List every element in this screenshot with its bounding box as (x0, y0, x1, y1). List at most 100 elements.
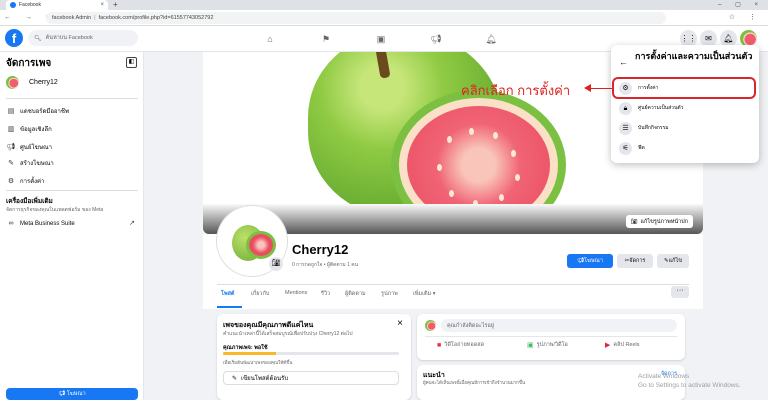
close-icon[interactable]: × (397, 318, 403, 329)
browser-toolbar-icons[interactable]: ☆ ⋮ (729, 13, 762, 21)
page-health-card: เพจของคุณมีคุณภาพดีแค่ไหน × คำแนะนำเหล่า… (217, 314, 411, 400)
url-separator: | (94, 15, 96, 21)
tab-photos[interactable]: รูปภาพ (381, 290, 398, 298)
new-tab-button[interactable]: + (113, 0, 118, 10)
megaphone-icon[interactable]: 📢︎ (429, 32, 443, 46)
dropdown-item-feed[interactable]: ⚟ ฟีด (615, 139, 755, 157)
back-arrow-icon[interactable]: ← (619, 57, 628, 67)
page-health-desc: เพื่อเริ่มต้นพัฒนาเพจของคุณให้ดีขึ้น (223, 360, 293, 365)
camera-icon: 📷︎ (630, 218, 638, 225)
recommend-subtitle: ผู้คนจะได้เห็นเพจนี้เมื่อคุณมีการเข้าถึง… (423, 380, 526, 385)
composer-placeholder: คุณกำลังคิดอะไรอยู่ (447, 322, 495, 329)
photo-video-button[interactable]: ▣ รูปภาพ/วิดีโอ (527, 341, 568, 349)
tab-posts[interactable]: โพสต์ (221, 290, 235, 298)
dropdown-item-privacy-center[interactable]: 🔒︎ ศูนย์ความเป็นส่วนตัว (615, 99, 755, 117)
address-bar-row: ← → ⟳ facebook Admin | facebook.com/prof… (0, 10, 768, 26)
dropdown-item-label: บันทึกกิจกรรม (638, 125, 669, 131)
sidebar-page-item[interactable]: Cherry12 (6, 76, 58, 89)
composer-card: คุณกำลังคิดอะไรอยู่ ■ วิดีโอถ่ายทอดสด ▣ รู… (417, 314, 685, 360)
activate-windows-watermark: Activate Windows Go to Settings to activ… (638, 372, 741, 390)
dashboard-icon: ▤ (7, 108, 15, 115)
megaphone-icon: 📢︎ (577, 258, 585, 264)
facebook-favicon-icon (10, 2, 16, 8)
promote-label: โฆษณา (66, 391, 86, 397)
dropdown-item-label: ฟีด (638, 145, 645, 151)
tabs-divider (217, 284, 689, 285)
edit-cover-button[interactable]: 📷︎ แก้ไขรูปภาพหน้าปก (625, 215, 693, 228)
write-welcome-post-button[interactable]: ✎ เขียนโพสต์ต้อนรับ (223, 371, 399, 385)
sidebar-item-create-ad[interactable]: ✎ สร้างโฆษณา (6, 158, 54, 168)
sidebar-title: จัดการเพจ (6, 58, 52, 69)
tab-about[interactable]: เกี่ยวกับ (251, 290, 269, 298)
edit-icon: ✎ (232, 375, 238, 382)
watermark-line-1: Activate Windows (638, 373, 690, 380)
watermark-line-2: Go to Settings to activate Windows. (638, 382, 741, 389)
sidebar-item-insights[interactable]: ▥ ข้อมูลเชิงลึก (6, 124, 52, 134)
search-input[interactable]: 🔍︎ ค้นหาบน Facebook (28, 30, 138, 46)
promote-page-button[interactable]: 📢︎ โฆษณา (567, 254, 613, 268)
ads-icon[interactable]: ▣ (374, 32, 388, 46)
dropdown-item-activity-log[interactable]: ☰ บันทึกกิจกรรม (615, 119, 755, 137)
manage-btn-label: จัดการ (629, 258, 646, 264)
tab-more-label: เพิ่มเติม (413, 291, 432, 297)
tab-more[interactable]: เพิ่มเติม ▾ (413, 290, 436, 298)
reels-button[interactable]: ▶ คลิป Reels (605, 341, 640, 349)
tools-title: เครื่องมือเพิ่มเติม (6, 198, 53, 205)
sidebar-item-dashboard[interactable]: ▤ แดชบอร์ดมืออาชีพ (6, 106, 69, 116)
page-health-status: คุณภาพเพจ: พอใช้ (223, 345, 268, 351)
manage-button[interactable]: ✂ จัดการ (617, 254, 653, 268)
dropdown-item-label: ศูนย์ความเป็นส่วนตัว (638, 105, 684, 111)
annotation-arrow (588, 88, 612, 89)
sidebar-item-label: การตั้งค่า (20, 179, 45, 185)
edit-button[interactable]: ✎ แก้ไข (657, 254, 689, 268)
tab-reviews[interactable]: รีวิว (321, 290, 330, 298)
page-health-progress (223, 352, 399, 355)
home-icon[interactable]: ⌂ (263, 32, 277, 46)
flag-icon[interactable]: ⚑ (319, 32, 333, 46)
sidebar-item-settings[interactable]: ⚙ การตั้งค่า (6, 176, 45, 186)
sidebar-item-label: ข้อมูลเชิงลึก (20, 127, 52, 133)
address-bar[interactable]: facebook Admin | facebook.com/profile.ph… (46, 12, 666, 24)
sidebar-item-label: ศูนย์โฆษณา (20, 145, 52, 151)
edit-btn-label: แก้ไข (668, 258, 682, 264)
tab-mentions[interactable]: Mentions (285, 290, 307, 296)
create-ad-icon: ✎ (8, 160, 14, 167)
camera-icon[interactable]: 📷︎ (269, 257, 283, 271)
composer-divider (425, 336, 677, 337)
profile-card: 📷︎ Cherry12 0 การกดถูกใจ • ผู้ติดตาม 1 ค… (203, 206, 703, 309)
ad-center-icon: 📢︎ (6, 144, 16, 151)
gear-icon: ⚙ (7, 178, 15, 185)
sidebar-page-name: Cherry12 (29, 79, 58, 86)
sidebar-item-meta-business-suite[interactable]: ∞ Meta Business Suite (6, 220, 75, 227)
annotation-arrowhead (584, 84, 591, 92)
page-title: Cherry12 (292, 242, 349, 257)
collapse-sidebar-icon[interactable]: ◧ (126, 57, 137, 68)
left-sidebar: จัดการเพจ ◧ Cherry12 ▤ แดชบอร์ดมืออาชีพ … (0, 52, 144, 400)
tab-followers[interactable]: ผู้ติดตาม (345, 290, 366, 298)
tab-title: Facebook (19, 2, 41, 8)
composer-input[interactable]: คุณกำลังคิดอะไรอยู่ (441, 319, 677, 332)
dropdown-title: การตั้งค่าและความเป็นส่วนตัว (635, 51, 753, 61)
settings-privacy-dropdown: ← การตั้งค่าและความเป็นส่วนตัว ⚙ การตั้ง… (611, 45, 759, 163)
more-options-button[interactable]: ··· (671, 286, 689, 298)
close-tab-icon[interactable]: × (100, 2, 104, 8)
window-controls[interactable]: – ▢ × (718, 0, 764, 10)
lock-icon: 🔒︎ (619, 101, 632, 115)
live-video-button[interactable]: ■ วิดีโอถ่ายทอดสด (437, 341, 484, 349)
browser-tab[interactable]: Facebook × (6, 0, 108, 10)
sidebar-item-label: สร้างโฆษณา (20, 161, 54, 167)
external-link-icon[interactable]: ↗ (129, 219, 135, 227)
highlight-box (612, 77, 756, 99)
page-avatar (6, 76, 19, 89)
page-health-subtitle: คำแนะนำเหล่านี้ได้เสร็จสมบูรณ์เพื่อปรับป… (223, 331, 353, 337)
sidebar-item-ad-center[interactable]: 📢︎ ศูนย์โฆษณา (6, 142, 52, 152)
facebook-logo-icon[interactable]: f (5, 29, 23, 47)
reels-icon: ▶ (605, 342, 611, 349)
bell-outline-icon[interactable]: 🔔︎ (484, 32, 498, 46)
megaphone-icon: 📢︎ (58, 391, 67, 397)
meta-icon: ∞ (8, 220, 14, 227)
url-text: facebook.com/profile.php?id=615577430527… (98, 15, 214, 21)
write-post-label: เขียนโพสต์ต้อนรับ (241, 376, 289, 382)
composer-avatar (425, 320, 436, 331)
promote-button[interactable]: 📢︎ โฆษณา (6, 388, 138, 400)
